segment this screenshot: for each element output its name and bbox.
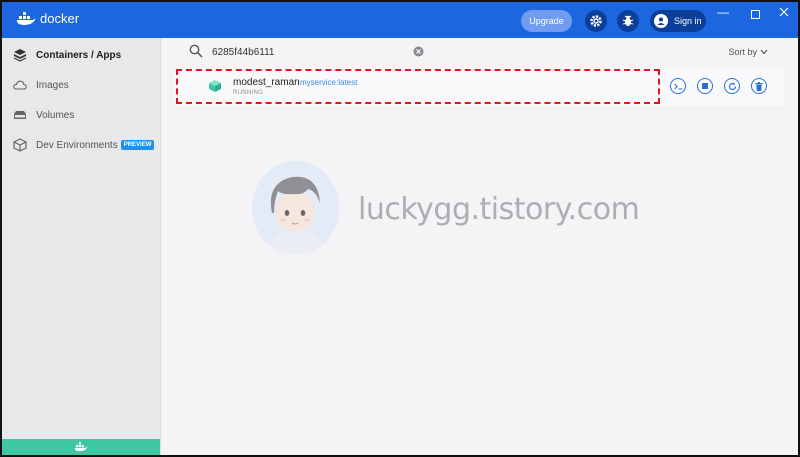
sign-in-label: Sign in [674,16,702,26]
sidebar-item-images[interactable]: Images [12,77,69,93]
sidebar-item-dev-environments[interactable]: Dev Environments PREVIEW [12,137,155,153]
sidebar-item-label: Containers / Apps [36,49,122,61]
sidebar-item-label: Images [36,79,69,91]
sidebar-item-volumes[interactable]: Volumes [12,107,74,123]
sort-label: Sort by [728,47,757,57]
cli-button[interactable] [670,78,686,94]
containers-icon [12,47,28,63]
settings-gear-icon [590,15,602,27]
sidebar-item-containers[interactable]: Containers / Apps [12,47,121,63]
restart-button[interactable] [724,78,740,94]
dev-env-icon [12,137,28,153]
sort-dropdown[interactable]: Sort by [728,47,768,57]
sidebar: Containers / Apps Images Volumes Dev Env… [2,38,161,455]
trash-icon [755,81,763,91]
docker-whale-icon [17,11,36,25]
watermark-text: luckygg.tistory.com [358,192,640,227]
sidebar-item-label: Dev Environments [36,139,118,151]
container-name[interactable]: modest_raman [233,77,300,88]
logo-text: docker [40,11,80,26]
terminal-icon [673,83,682,90]
search-bar: 6285f44b6111 Sort by [172,38,782,66]
maximize-icon[interactable] [747,8,763,22]
delete-button[interactable] [751,78,767,94]
sidebar-item-label: Volumes [36,109,75,121]
title-bar: docker Upgrade Sign in — [2,2,798,38]
container-status: RUNNING [233,90,264,96]
clear-search-icon[interactable] [413,46,424,57]
upgrade-button[interactable]: Upgrade [521,10,572,32]
troubleshoot-button[interactable] [617,10,639,32]
search-icon [189,44,203,58]
disk-icon [12,107,28,123]
close-icon[interactable] [776,6,792,20]
minimize-icon[interactable]: — [715,5,731,19]
chevron-down-icon [760,49,768,55]
stop-icon [702,83,708,89]
cloud-icon [12,77,28,93]
stop-button[interactable] [697,78,713,94]
watermark-avatar-image [252,161,339,255]
docker-whale-icon [74,442,88,452]
sign-in-button[interactable]: Sign in [650,10,706,32]
container-cube-icon [209,80,221,92]
search-input[interactable]: 6285f44b6111 [212,47,274,58]
restart-icon [728,82,736,90]
docker-logo: docker [16,11,79,26]
preview-badge: PREVIEW [120,140,155,150]
bug-icon [622,15,634,26]
engine-status-bar[interactable] [2,439,160,455]
container-image-link[interactable]: myservice:latest [300,78,357,87]
app-window: docker Upgrade Sign in — Containers / Ap… [0,0,800,457]
user-icon [654,14,668,28]
settings-button[interactable] [585,10,607,32]
